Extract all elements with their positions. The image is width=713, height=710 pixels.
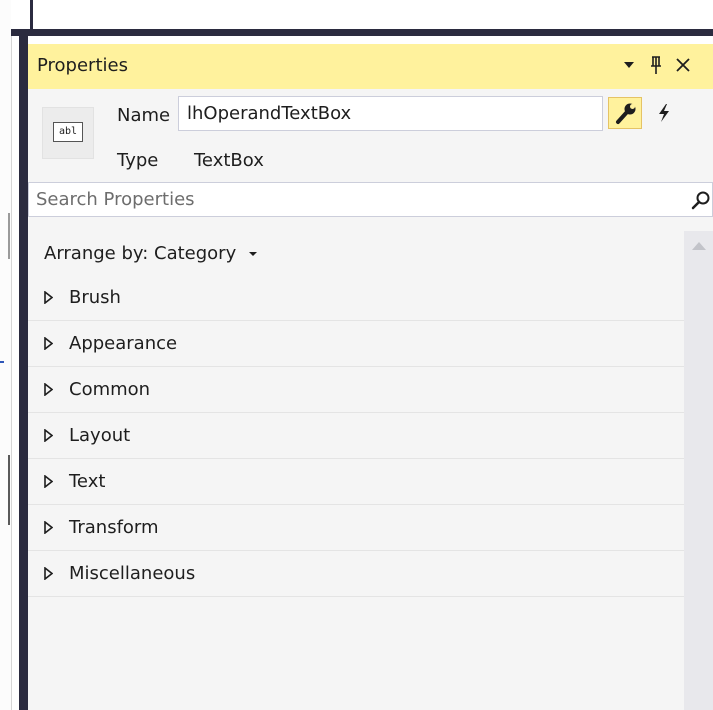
left-frame-notch [8,455,10,525]
category-row-layout[interactable]: Layout [28,413,684,459]
textbox-icon: abl [53,122,83,142]
frame-top-area [11,0,713,29]
auto-hide-pin-button[interactable] [644,53,668,77]
category-row-transform[interactable]: Transform [28,505,684,551]
close-panel-button[interactable] [670,53,696,77]
search-input[interactable] [29,183,669,216]
category-row-common[interactable]: Common [28,367,684,413]
panel-title: Properties [37,55,128,76]
vertical-scrollbar[interactable] [684,231,713,710]
close-icon [676,58,690,72]
left-frame-notch [8,213,10,259]
category-label: Layout [69,425,131,446]
wrench-icon [616,103,636,124]
category-label: Transform [69,517,159,538]
arrange-by-selector[interactable]: Arrange by: Category [28,231,684,275]
pin-icon [651,56,661,74]
type-value: TextBox [194,150,264,171]
properties-view-button[interactable] [608,97,642,129]
chevron-down-icon [624,62,634,68]
properties-panel: Properties abl Name lhOperandTextBox Typ… [28,44,713,710]
search-properties-box [28,182,713,217]
arrange-by-text: Arrange by: Category [44,243,237,264]
window-position-button[interactable] [618,53,640,77]
category-row-miscellaneous[interactable]: Miscellaneous [28,551,684,597]
search-icon[interactable] [691,190,711,210]
name-label: Name [117,105,171,126]
expand-triangle-icon[interactable] [44,337,53,350]
scroll-up-icon[interactable] [691,241,707,251]
category-row-text[interactable]: Text [28,459,684,505]
lightning-icon [659,104,669,122]
category-label: Text [69,471,106,492]
expand-triangle-icon[interactable] [44,383,53,396]
panel-title-bar: Properties [28,44,713,89]
arrange-by-label: Arrange by: Category [44,243,258,264]
expand-triangle-icon[interactable] [44,291,53,304]
object-header: abl Name Type TextBox [28,89,713,182]
dock-left-border [19,29,28,710]
left-frame-tick [0,361,4,363]
caret-down-icon [248,252,257,256]
expand-triangle-icon[interactable] [44,567,53,580]
expand-triangle-icon[interactable] [44,475,53,488]
category-row-appearance[interactable]: Appearance [28,321,684,367]
name-input[interactable] [178,96,603,131]
category-label: Miscellaneous [69,563,196,584]
events-view-button[interactable] [647,97,681,129]
category-list: Brush Appearance Common Layout Text Tran… [28,275,684,597]
expand-triangle-icon[interactable] [44,429,53,442]
textbox-type-icon: abl [42,107,94,159]
frame-top-mark [30,0,33,29]
category-label: Brush [69,287,121,308]
category-label: Appearance [69,333,178,354]
category-row-brush[interactable]: Brush [28,275,684,321]
category-label: Common [69,379,151,400]
expand-triangle-icon[interactable] [44,521,53,534]
dock-frame-bar [11,29,713,36]
type-label: Type [117,150,159,171]
left-frame [0,0,12,710]
